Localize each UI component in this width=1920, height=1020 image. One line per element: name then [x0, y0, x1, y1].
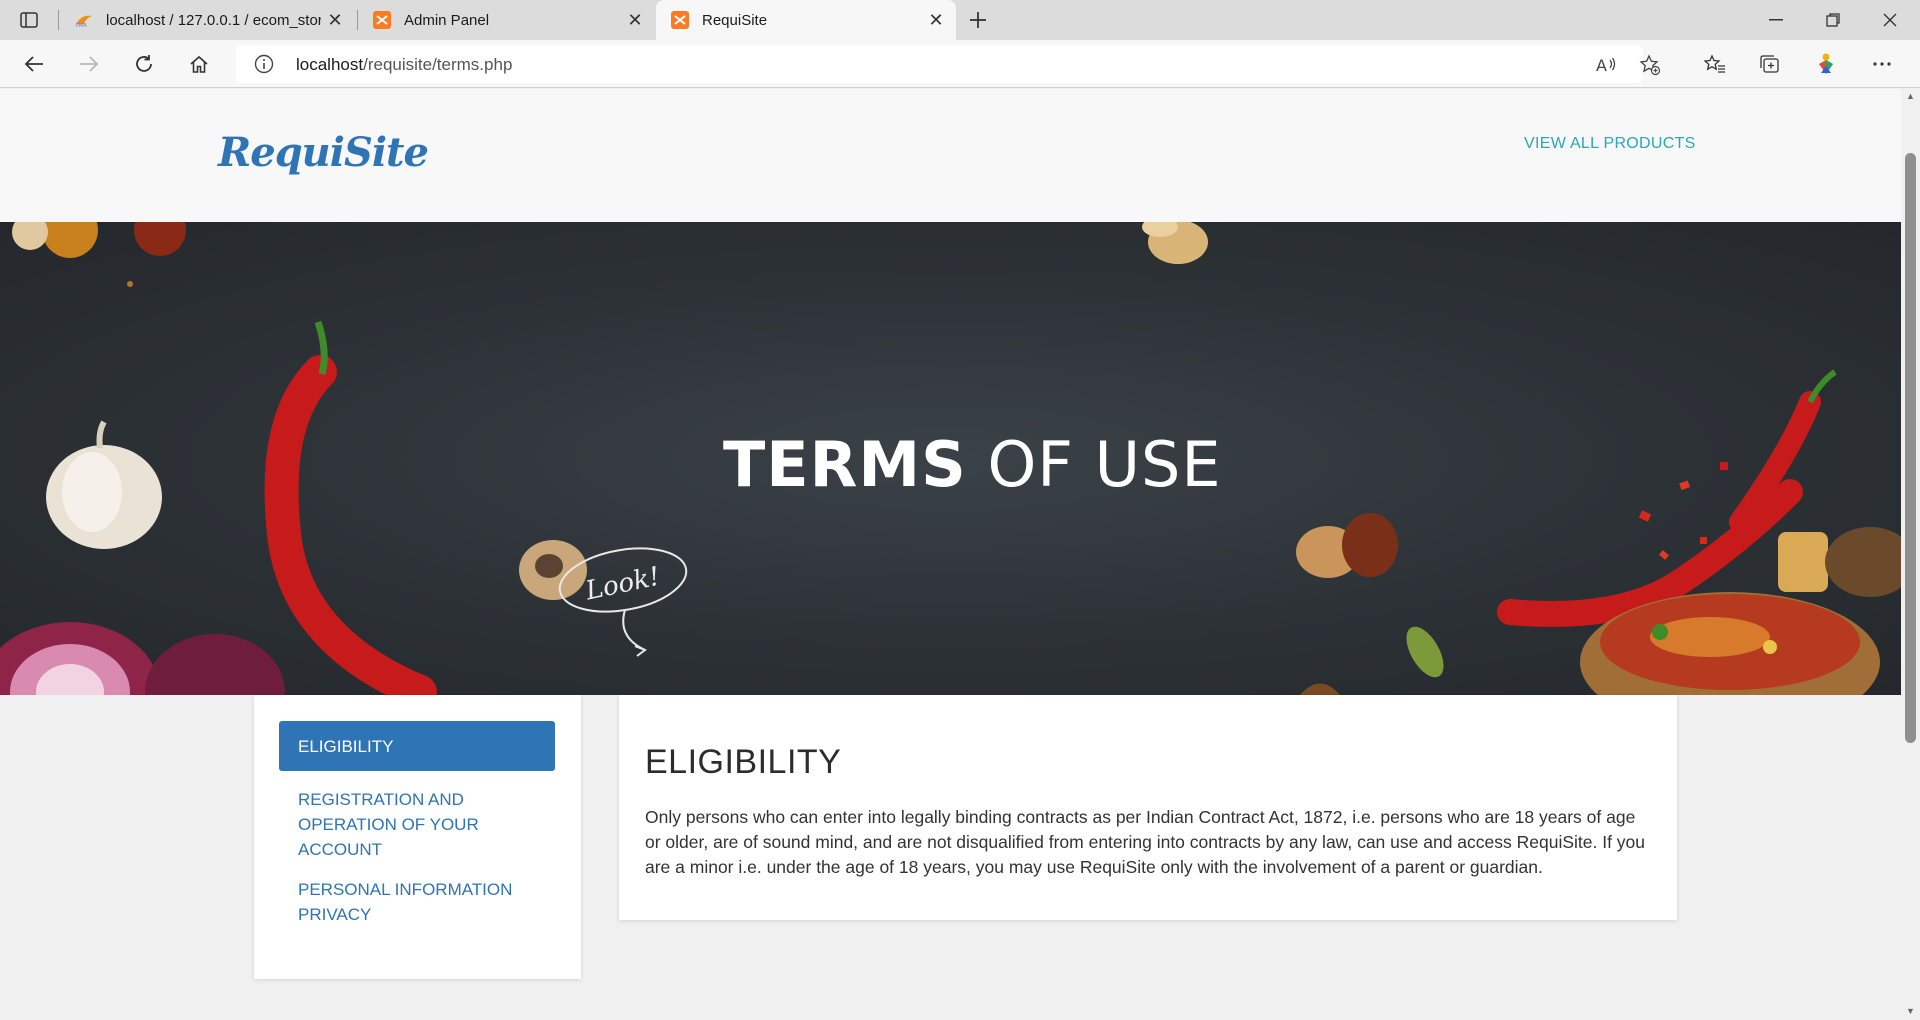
xampp-icon — [670, 10, 690, 30]
close-tab-icon[interactable]: ✕ — [625, 10, 645, 30]
look-bubble-text: Look! — [582, 562, 662, 607]
tab-separator — [58, 10, 59, 30]
close-window-icon[interactable] — [1862, 0, 1918, 40]
view-all-products-link[interactable]: VIEW ALL PRODUCTS — [1524, 135, 1696, 153]
page-title: TERMS OF USE — [723, 428, 1222, 501]
home-icon[interactable] — [183, 48, 215, 80]
read-aloud-icon[interactable]: A — [1594, 53, 1618, 77]
site-logo[interactable]: RequiSite — [218, 129, 429, 176]
sidebar-item-eligibility[interactable]: ELIGIBILITY — [279, 721, 555, 771]
add-favorite-icon[interactable] — [1638, 53, 1662, 77]
refresh-icon[interactable] — [128, 48, 160, 80]
site-header: RequiSite VIEW ALL PRODUCTS — [0, 89, 1901, 222]
sidebar-item-registration[interactable]: REGISTRATION AND OPERATION OF YOUR ACCOU… — [279, 787, 555, 862]
collections-icon[interactable] — [1754, 48, 1786, 80]
profile-avatar[interactable] — [1810, 48, 1842, 80]
minimize-icon[interactable] — [1748, 0, 1804, 40]
close-tab-icon[interactable]: ✕ — [325, 10, 345, 30]
tab-admin-panel[interactable]: Admin Panel ✕ — [358, 0, 655, 40]
forward-icon[interactable] — [73, 48, 105, 80]
terms-content-panel: ELIGIBILITY Only persons who can enter i… — [619, 695, 1677, 920]
restore-icon[interactable] — [1805, 0, 1861, 40]
svg-text:PMA: PMA — [76, 23, 87, 28]
terms-sidebar: ELIGIBILITY REGISTRATION AND OPERATION O… — [254, 695, 581, 979]
phpmyadmin-icon: PMA — [74, 10, 94, 30]
url-text: localhost/requisite/terms.php — [296, 55, 513, 74]
hero-banner: Look! TERMS OF USE — [0, 222, 1901, 695]
new-tab-icon[interactable] — [964, 6, 992, 34]
svg-text:A: A — [1596, 56, 1607, 75]
page-viewport: RequiSite VIEW ALL PRODUCTS Look! TERMS … — [0, 89, 1901, 1020]
back-icon[interactable] — [18, 48, 50, 80]
address-bar[interactable]: localhost/requisite/terms.php A — [236, 45, 1661, 83]
tab-requisite[interactable]: RequiSite ✕ — [656, 0, 956, 40]
xampp-icon — [372, 10, 392, 30]
more-options-icon[interactable] — [1866, 48, 1898, 80]
section-body-text: Only persons who can enter into legally … — [645, 807, 1646, 877]
page-scrollbar[interactable]: ▲ ▼ — [1901, 89, 1920, 1020]
close-tab-icon[interactable]: ✕ — [926, 10, 946, 30]
section-heading: ELIGIBILITY — [645, 743, 842, 781]
sidebar-item-privacy[interactable]: PERSONAL INFORMATION PRIVACY — [279, 877, 555, 927]
tab-actions-icon[interactable] — [16, 8, 42, 32]
tab-phpmyadmin[interactable]: PMA localhost / 127.0.0.1 / ecom_stor ✕ — [60, 0, 355, 40]
scroll-down-icon[interactable]: ▼ — [1906, 1006, 1915, 1016]
site-info-icon[interactable] — [254, 54, 274, 79]
tab-strip: PMA localhost / 127.0.0.1 / ecom_stor ✕ … — [0, 0, 1920, 40]
browser-toolbar: localhost/requisite/terms.php A — [0, 40, 1920, 88]
favorites-icon[interactable] — [1699, 48, 1731, 80]
look-speech-bubble: Look! — [558, 547, 688, 657]
scroll-up-icon[interactable]: ▲ — [1906, 91, 1915, 101]
scrollbar-thumb[interactable] — [1905, 153, 1916, 743]
